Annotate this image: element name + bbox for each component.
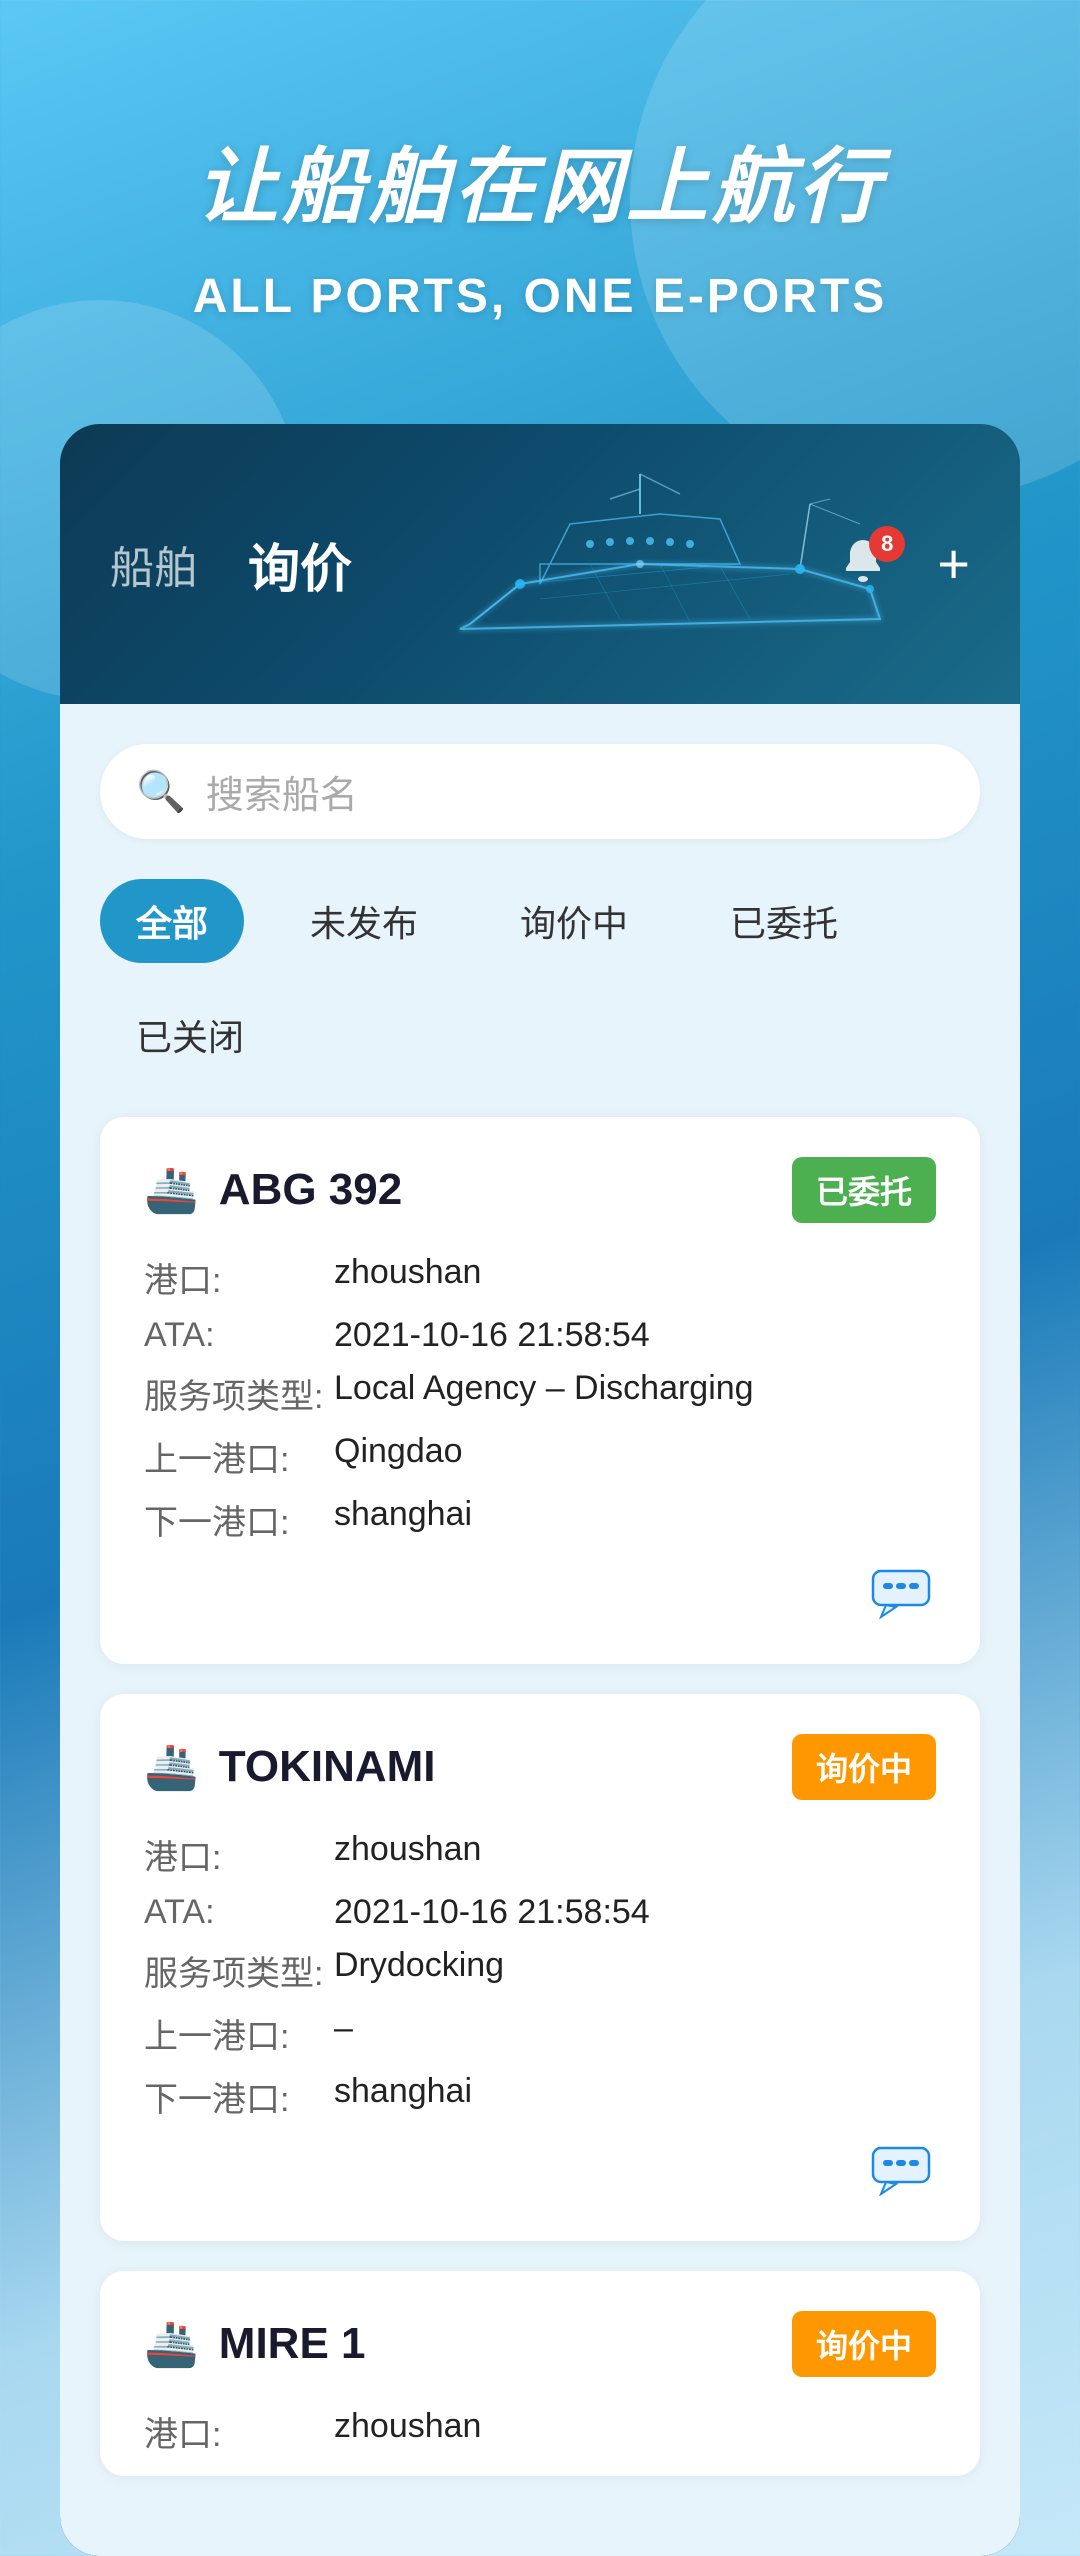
tab-inquiry[interactable]: 询价 — [248, 527, 352, 602]
card-body: 🔍 搜索船名 全部 未发布 询价中 已委托 已关闭 🚢 ABG 392 已委托 … — [60, 704, 1020, 2556]
label-port-0: 港口: — [144, 1253, 324, 1302]
value-prev-port-0: Qingdao — [334, 1432, 936, 1481]
ship-name-mire1: MIRE 1 — [219, 2319, 366, 2369]
ship-name-row: 🚢 ABG 392 — [144, 1164, 402, 1216]
ship-card-header-abg392: 🚢 ABG 392 已委托 — [144, 1157, 936, 1223]
value-port-2: zhoushan — [334, 2407, 936, 2456]
main-card: 船舶 询价 8 + 🔍 搜索船名 全部 未发布 询价中 — [60, 424, 1020, 2556]
ship-card-header-tokinami: 🚢 TOKINAMI 询价中 — [144, 1734, 936, 1800]
search-icon: 🔍 — [136, 768, 186, 815]
ship-icon-mire1: 🚢 — [144, 2318, 199, 2370]
ship-name-tokinami: TOKINAMI — [219, 1742, 436, 1792]
search-placeholder: 搜索船名 — [206, 764, 358, 819]
ship-name-row-mire1: 🚢 MIRE 1 — [144, 2318, 366, 2370]
label-next-port-0: 下一港口: — [144, 1495, 324, 1544]
add-button[interactable]: + — [937, 536, 970, 592]
ship-card-tokinami[interactable]: 🚢 TOKINAMI 询价中 港口: zhoushan ATA: 2021-10… — [100, 1694, 980, 2241]
value-service-0: Local Agency – Discharging — [334, 1369, 936, 1418]
value-port-1: zhoushan — [334, 1830, 936, 1879]
filter-unpublished[interactable]: 未发布 — [274, 879, 454, 963]
value-ata-0: 2021-10-16 21:58:54 — [334, 1316, 936, 1355]
ship-details-mire1: 港口: zhoushan — [144, 2407, 936, 2456]
filter-commissioned[interactable]: 已委托 — [694, 879, 874, 963]
ship-details-tokinami: 港口: zhoushan ATA: 2021-10-16 21:58:54 服务… — [144, 1830, 936, 2121]
ship-card-footer-tokinami — [144, 2141, 936, 2201]
ship-icon-tokinami: 🚢 — [144, 1741, 199, 1793]
ship-name-abg392: ABG 392 — [219, 1165, 402, 1215]
filter-all[interactable]: 全部 — [100, 879, 244, 963]
ship-card-footer-abg392 — [144, 1564, 936, 1624]
chat-icon-tokinami — [871, 2146, 931, 2196]
filter-inquiring[interactable]: 询价中 — [484, 879, 664, 963]
header-icons: 8 + — [837, 534, 970, 594]
filter-tabs: 全部 未发布 询价中 已委托 已关闭 — [100, 879, 980, 1077]
label-service-0: 服务项类型: — [144, 1369, 324, 1418]
notification-badge: 8 — [869, 526, 905, 562]
filter-closed[interactable]: 已关闭 — [100, 993, 280, 1077]
label-port-2: 港口: — [144, 2407, 324, 2456]
ship-card-header-mire1: 🚢 MIRE 1 询价中 — [144, 2311, 936, 2377]
label-prev-port-1: 上一港口: — [144, 2009, 324, 2058]
value-ata-1: 2021-10-16 21:58:54 — [334, 1893, 936, 1932]
status-badge-mire1: 询价中 — [792, 2311, 936, 2377]
hero-title: 让船舶在网上航行 — [80, 120, 1000, 239]
ship-details-abg392: 港口: zhoushan ATA: 2021-10-16 21:58:54 服务… — [144, 1253, 936, 1544]
card-header: 船舶 询价 8 + — [60, 424, 1020, 704]
label-ata-1: ATA: — [144, 1893, 324, 1932]
value-next-port-1: shanghai — [334, 2072, 936, 2121]
ship-name-row-tokinami: 🚢 TOKINAMI — [144, 1741, 436, 1793]
chat-button-abg392[interactable] — [866, 1564, 936, 1624]
hero-section: 让船舶在网上航行 ALL PORTS, ONE E-PORTS — [0, 0, 1080, 384]
label-next-port-1: 下一港口: — [144, 2072, 324, 2121]
chat-icon-abg392 — [871, 1569, 931, 1619]
ship-card-abg392[interactable]: 🚢 ABG 392 已委托 港口: zhoushan ATA: 2021-10-… — [100, 1117, 980, 1664]
label-ata-0: ATA: — [144, 1316, 324, 1355]
ship-icon-abg392: 🚢 — [144, 1164, 199, 1216]
bell-button[interactable]: 8 — [837, 534, 897, 594]
value-next-port-0: shanghai — [334, 1495, 936, 1544]
tab-ship[interactable]: 船舶 — [110, 532, 198, 596]
hero-subtitle: ALL PORTS, ONE E-PORTS — [80, 269, 1000, 324]
label-service-1: 服务项类型: — [144, 1946, 324, 1995]
ship-illustration — [440, 444, 900, 684]
label-port-1: 港口: — [144, 1830, 324, 1879]
status-badge-abg392: 已委托 — [792, 1157, 936, 1223]
status-badge-tokinami: 询价中 — [792, 1734, 936, 1800]
label-prev-port-0: 上一港口: — [144, 1432, 324, 1481]
chat-button-tokinami[interactable] — [866, 2141, 936, 2201]
value-service-1: Drydocking — [334, 1946, 936, 1995]
value-prev-port-1: – — [334, 2009, 936, 2058]
search-bar[interactable]: 🔍 搜索船名 — [100, 744, 980, 839]
value-port-0: zhoushan — [334, 1253, 936, 1302]
ship-card-mire1[interactable]: 🚢 MIRE 1 询价中 港口: zhoushan — [100, 2271, 980, 2476]
nav-tabs: 船舶 询价 — [110, 527, 352, 602]
